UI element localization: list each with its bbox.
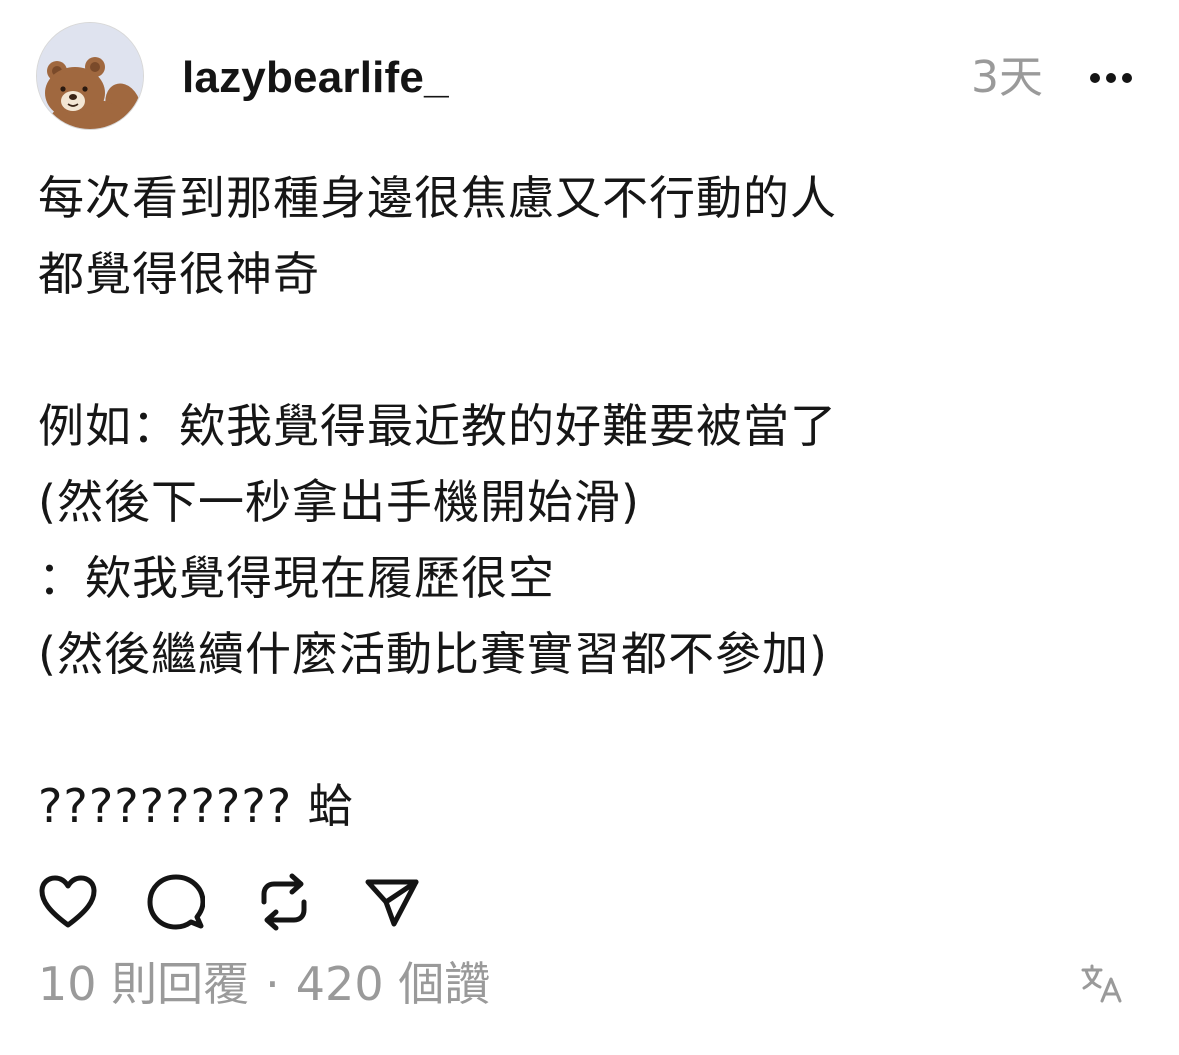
post-line: 例如：欸我覺得最近教的好難要被當了 bbox=[38, 399, 837, 453]
threads-post: lazybearlife_ 3天 每次看到那種身邊很焦慮又不行動的人 都覺得很神… bbox=[0, 0, 1179, 1055]
post-line: ：欸我覺得現在履歷很空 bbox=[38, 551, 555, 605]
send-icon bbox=[365, 879, 419, 927]
post-line-blank bbox=[38, 312, 1138, 388]
post-body: 每次看到那種身邊很焦慮又不行動的人 都覺得很神奇 例如：欸我覺得最近教的好難要被… bbox=[38, 160, 1138, 844]
author-username[interactable]: lazybearlife_ bbox=[182, 50, 449, 106]
post-line: (然後下一秒拿出手機開始滑) bbox=[38, 475, 640, 529]
heart-icon bbox=[39, 875, 97, 928]
translate-button[interactable] bbox=[1079, 960, 1125, 1006]
post-line: 每次看到那種身邊很焦慮又不行動的人 bbox=[38, 171, 837, 225]
share-button[interactable] bbox=[360, 870, 424, 934]
comment-icon bbox=[147, 874, 205, 930]
post-stats: 10 則回覆 · 420 個讚 bbox=[38, 952, 490, 1016]
action-bar bbox=[36, 866, 468, 938]
repost-button[interactable] bbox=[252, 870, 316, 934]
more-options-icon bbox=[1090, 73, 1132, 83]
post-timestamp: 3天 bbox=[971, 52, 1043, 103]
like-count[interactable]: 420 個讚 bbox=[296, 952, 490, 1016]
stats-separator: · bbox=[265, 957, 280, 1011]
avatar[interactable] bbox=[36, 22, 144, 130]
bear-avatar-icon bbox=[37, 23, 143, 129]
reply-count[interactable]: 10 則回覆 bbox=[38, 952, 249, 1016]
post-line: (然後繼續什麼活動比賽實習都不參加) bbox=[38, 627, 828, 681]
post-line: ?????????? 蛤 bbox=[38, 779, 355, 833]
repost-icon bbox=[261, 873, 307, 931]
post-line: 都覺得很神奇 bbox=[38, 247, 320, 301]
like-button[interactable] bbox=[36, 870, 100, 934]
post-line-blank bbox=[38, 692, 1138, 768]
reply-button[interactable] bbox=[144, 870, 208, 934]
translate-icon bbox=[1081, 964, 1122, 1003]
more-options-button[interactable] bbox=[1087, 60, 1135, 96]
